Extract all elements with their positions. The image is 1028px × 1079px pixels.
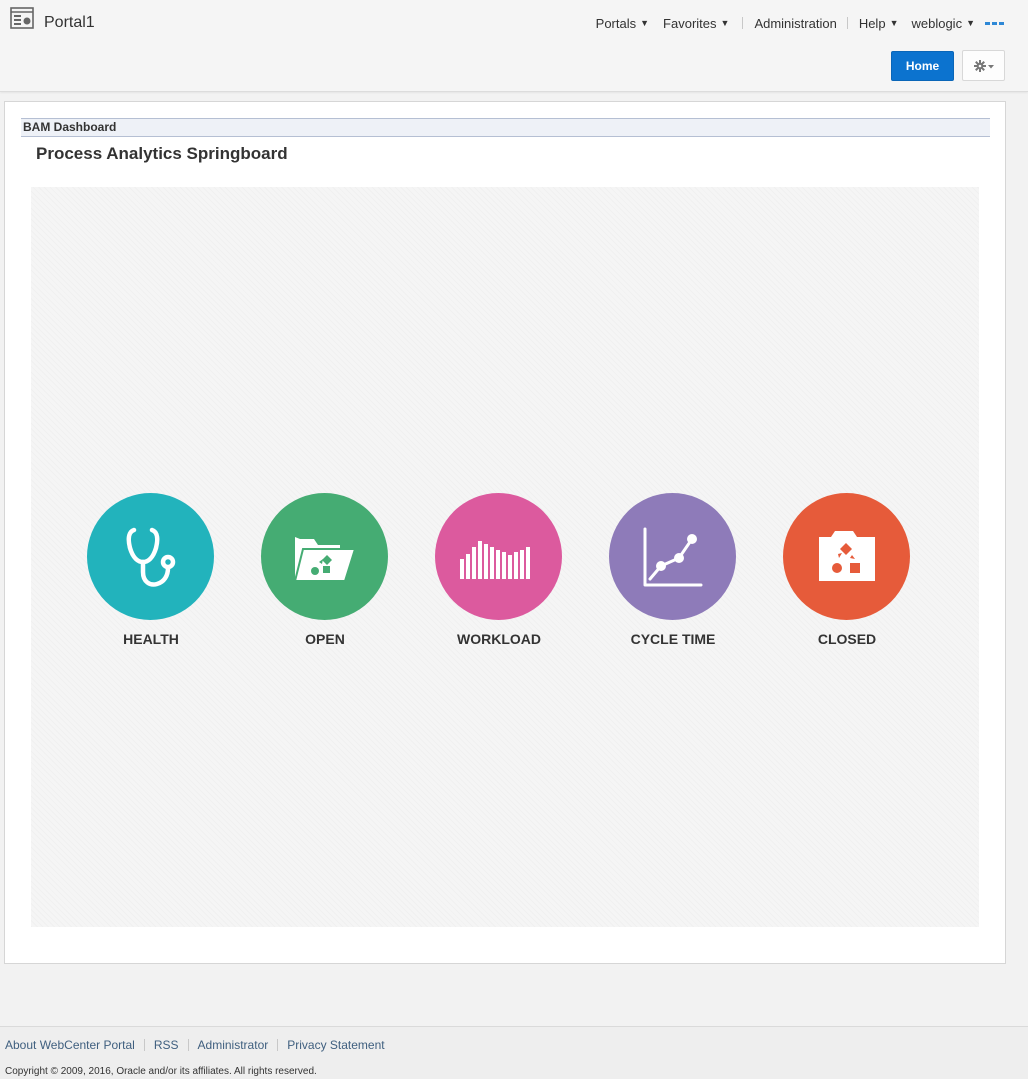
footer-divider [187, 1039, 189, 1051]
open-circle [261, 493, 388, 620]
portal-icon[interactable] [10, 7, 34, 29]
chevron-down-icon: ▼ [966, 18, 975, 28]
closed-label: CLOSED [817, 631, 877, 647]
gear-icon [973, 59, 994, 72]
line-chart-icon [643, 527, 702, 586]
health-label: HEALTH [123, 631, 179, 647]
favorites-menu-label: Favorites [663, 15, 717, 31]
nav-divider [742, 17, 744, 29]
open-label: OPEN [305, 631, 345, 647]
home-button[interactable]: Home [891, 51, 954, 81]
settings-menu-button[interactable] [962, 50, 1005, 81]
cycle-time-tile[interactable]: CYCLE TIME [609, 493, 737, 653]
favorites-menu[interactable]: Favorites ▼ [663, 16, 729, 31]
portals-menu[interactable]: Portals ▼ [596, 16, 649, 31]
chevron-down-icon: ▼ [720, 18, 730, 28]
chevron-down-icon: ▼ [889, 18, 899, 28]
top-navigation: Portals ▼ Favorites ▼ Administration Hel… [596, 14, 1028, 32]
cycle-time-circle [609, 493, 736, 620]
closed-folder-icon [818, 530, 875, 581]
springboard: HEALTH OPEN WORKLOAD CYCLE TIME CLOSED [31, 187, 979, 927]
open-tile[interactable]: OPEN [261, 493, 389, 653]
bam-dashboard-header: BAM Dashboard [21, 118, 990, 137]
privacy-statement-link[interactable]: Privacy Statement [287, 1038, 384, 1052]
closed-circle [783, 493, 910, 620]
portals-menu-label: Portals [595, 15, 637, 31]
more-options-icon[interactable] [985, 21, 1004, 25]
chevron-down-icon: ▼ [640, 18, 650, 28]
page-title: Process Analytics Springboard [36, 144, 288, 163]
footer: About WebCenter Portal RSS Administrator… [0, 1026, 1028, 1079]
open-folder-icon [293, 536, 356, 582]
footer-divider [143, 1039, 145, 1051]
user-menu-label: weblogic [911, 15, 963, 31]
copyright-text: Copyright © 2009, 2016, Oracle and/or it… [5, 1066, 317, 1077]
footer-divider [277, 1039, 279, 1051]
stethoscope-icon [126, 527, 175, 587]
nav-divider [846, 17, 848, 29]
bar-chart-icon [459, 540, 530, 579]
administration-link-label: Administration [754, 15, 837, 31]
portal-header: Portal1 Portals ▼ Favorites ▼ Administra… [0, 0, 1028, 92]
help-menu[interactable]: Help ▼ [859, 16, 899, 31]
cycle-time-label: CYCLE TIME [630, 631, 716, 647]
health-circle [87, 493, 214, 620]
workload-label: WORKLOAD [457, 631, 541, 647]
footer-links: About WebCenter Portal RSS Administrator… [5, 1038, 385, 1052]
user-menu[interactable]: weblogic ▼ [911, 16, 975, 31]
workload-tile[interactable]: WORKLOAD [435, 493, 563, 653]
portal-title[interactable]: Portal1 [44, 14, 95, 32]
closed-tile[interactable]: CLOSED [783, 493, 911, 653]
main-panel: BAM Dashboard Process Analytics Springbo… [4, 101, 1006, 964]
workload-circle [435, 493, 562, 620]
about-webcenter-link[interactable]: About WebCenter Portal [5, 1038, 135, 1052]
help-menu-label: Help [858, 15, 886, 31]
health-tile[interactable]: HEALTH [87, 493, 215, 653]
administration-link[interactable]: Administration [754, 16, 836, 31]
administrator-link[interactable]: Administrator [198, 1038, 269, 1052]
rss-link[interactable]: RSS [154, 1038, 179, 1052]
